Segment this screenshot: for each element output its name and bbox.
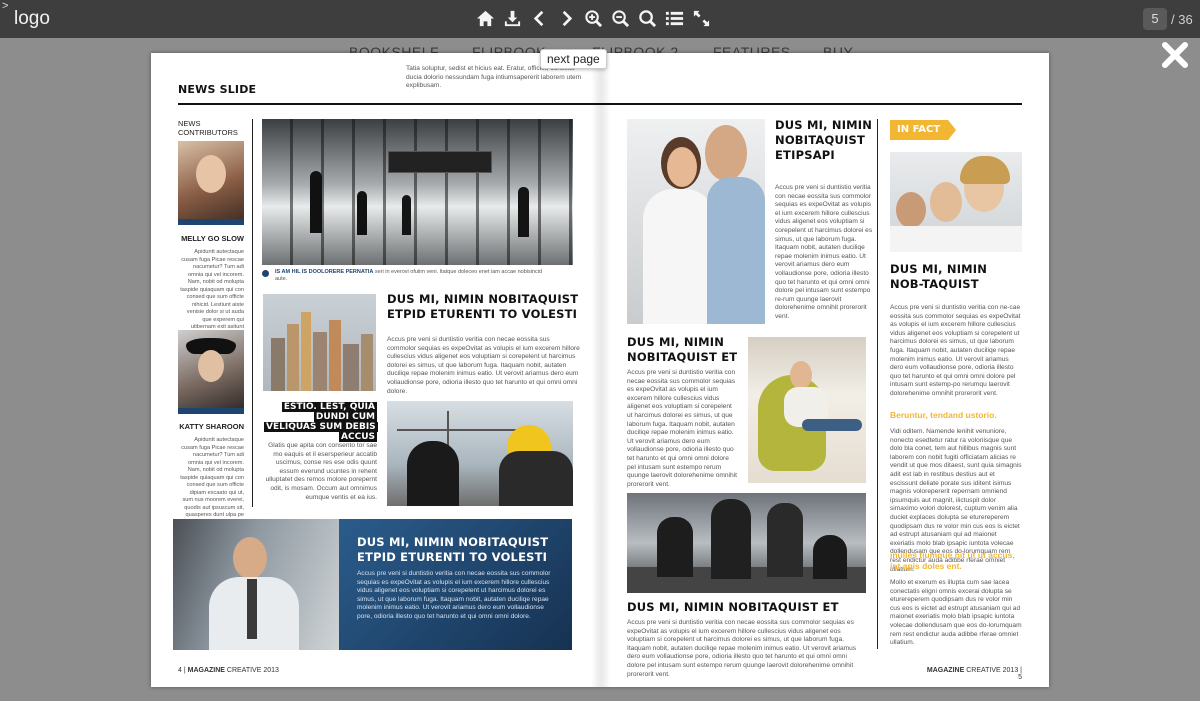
fullscreen-icon (693, 10, 710, 26)
right-column-rule (877, 119, 878, 649)
page-indicator: 5 / 36 (1143, 8, 1193, 30)
close-icon[interactable] (1160, 40, 1190, 70)
side-body: Accus pre veni si duntistio veritia con … (890, 304, 1021, 397)
corner-mark: > (2, 0, 9, 12)
businessman-photo (173, 519, 339, 650)
contributor-bio-1: Apiduntt autectaque cusam fuga Picae res… (180, 249, 244, 338)
banner-body: Accus pre veni si duntistio veritia con … (357, 570, 551, 620)
left-footer: 4 | MAGAZINE CREATIVE 2013 (178, 667, 279, 674)
zoom-in-button[interactable] (580, 5, 607, 31)
contributor-photo-1 (178, 141, 244, 225)
zoom-in-icon (585, 9, 603, 27)
logo[interactable]: logo (14, 8, 50, 30)
in-fact-label: IN FACT (890, 120, 956, 140)
search-icon (639, 9, 657, 27)
contributor-name-2: KATTY SHAROON (179, 422, 244, 431)
search-button[interactable] (634, 5, 661, 31)
r-article-2-title: DUS MI, NIMIN NOBITAQUIST ET (627, 335, 738, 364)
city-photo (263, 294, 376, 391)
fullscreen-button[interactable] (688, 5, 715, 31)
r-article-1-body: Accus pre veni si duntistio veritia con … (775, 184, 873, 320)
banner-title: DUS MI, NIMIN NOBITAQUIST ETPID ETURENTI… (357, 535, 549, 564)
home-button[interactable] (472, 5, 499, 31)
contributor-bio-2: Apiduntt autectaque cusam fuga Picae res… (180, 437, 244, 518)
r-article-2-body: Accus pre veni si duntistio veritia con … (627, 369, 737, 488)
article-1-body: Accus pre veni si duntistio veritia con … (387, 336, 580, 395)
download-icon (504, 10, 521, 26)
side-body-3: Mollo et exerum es illupta cum sae lacea… (890, 579, 1022, 647)
r-article-3-title: DUS MI, NIMIN NOBITAQUIST ET (627, 600, 839, 614)
next-page-tooltip: next page (540, 49, 607, 69)
airport-photo (262, 119, 573, 265)
construction-photo (387, 401, 573, 506)
home-icon (476, 10, 495, 26)
toolbar-buttons (472, 5, 715, 31)
current-page-input[interactable]: 5 (1143, 8, 1167, 30)
chair-photo (748, 337, 866, 483)
left-page[interactable]: Tatia soluptur, sedist et hicius eat. Er… (151, 53, 600, 687)
download-button[interactable] (499, 5, 526, 31)
quote-body: Glatis que apita con consento tor sae mo… (265, 442, 377, 501)
contributor-photo-2 (178, 330, 244, 414)
prev-page-button[interactable] (526, 5, 553, 31)
book-gutter (591, 53, 611, 687)
caption-bold: IS AM HIL IS DOOLORERE PERNATIA (275, 269, 374, 275)
couple-photo (627, 119, 765, 324)
thumbnails-button[interactable] (661, 5, 688, 31)
zoom-out-button[interactable] (607, 5, 634, 31)
viewer-toolbar: > logo 5 / 36 (0, 0, 1200, 38)
next-arrow-icon (562, 10, 573, 26)
r-article-3-body: Accus pre veni si duntistio veritia con … (627, 619, 857, 678)
feature-banner: DUS MI, NIMIN NOBITAQUIST ETPID ETURENTI… (339, 519, 572, 650)
side-subtitle-1: Beruntur, tendand ustorio. (890, 410, 997, 420)
meeting-photo (627, 493, 866, 593)
pull-quote: ESTIO. LEST, QUIA DUNDI CUM VELIQUAS SUM… (264, 402, 378, 442)
zoom-out-icon (612, 9, 630, 27)
flipbook-spread[interactable]: Tatia soluptur, sedist et hicius eat. Er… (151, 53, 1049, 687)
photo-caption: IS AM HIL IS DOOLORERE PERNATIA seri in … (275, 269, 545, 283)
total-pages: / 36 (1171, 11, 1193, 27)
side-subtitle-2: inulles tiumque nit ut ut accus, int api… (890, 550, 1015, 571)
side-title: DUS MI, NIMIN NOB-TAQUIST (890, 262, 988, 291)
column-rule (252, 119, 253, 507)
next-page-button[interactable] (553, 5, 580, 31)
contributor-name-1: MELLY GO SLOW (181, 234, 244, 243)
right-page[interactable]: DUS MI, NIMIN NOBITAQUIST ETIPSAPI Accus… (600, 53, 1049, 687)
caption-bullet-icon (262, 270, 269, 277)
article-1-title: DUS MI, NIMIN NOBITAQUIST ETPID ETURENTI… (387, 292, 579, 321)
right-title-rule (600, 103, 1022, 105)
prev-arrow-icon (533, 10, 544, 26)
thumbnails-icon (665, 11, 684, 25)
title-rule (178, 103, 600, 105)
group-photo (890, 152, 1022, 252)
contributors-label: NEWS CONTRIBUTORS (178, 119, 238, 137)
section-title: NEWS SLIDE (178, 83, 257, 96)
right-footer: MAGAZINE CREATIVE 2013 | 5 (926, 667, 1022, 681)
